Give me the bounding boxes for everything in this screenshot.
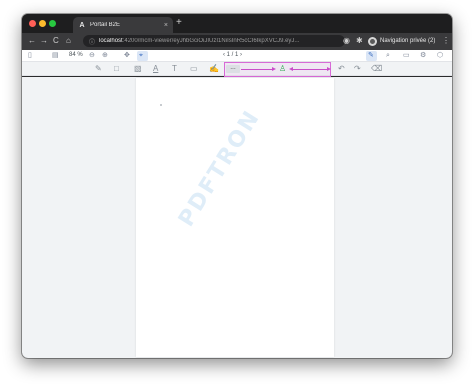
forward-icon[interactable]: → <box>40 36 48 46</box>
annotate-icon[interactable]: ✎ <box>368 51 374 61</box>
profile-button[interactable]: Navigation privée (2) <box>368 35 435 47</box>
tab-portail-b2e[interactable]: A Portail B2E × <box>73 17 173 33</box>
settings-icon[interactable]: ⚙ <box>420 51 426 61</box>
selection-tool-icon[interactable]: ⌖ <box>139 51 143 61</box>
arrow-right-annotation <box>241 67 276 71</box>
zoom-in-icon[interactable]: ⊕ <box>102 51 108 61</box>
comment-tool-icon[interactable]: ▭ <box>190 64 198 74</box>
text-underline-tool-icon[interactable]: A <box>153 64 158 74</box>
free-text-tool-icon[interactable]: T <box>172 64 177 74</box>
url-path: :4200/mcm-viewer/eyJhbGciOiJIUzI1NiIsInR… <box>122 38 300 44</box>
maximize-window-button[interactable] <box>49 20 56 27</box>
zoom-input[interactable]: 84 % <box>69 52 83 58</box>
site-info-icon[interactable]: ⓘ <box>89 37 95 46</box>
favicon-icon: A <box>79 21 85 29</box>
toggle-panel-icon[interactable]: ▯ <box>28 51 32 61</box>
reload-icon[interactable]: C <box>53 36 59 46</box>
profile-label: Navigation privée (2) <box>380 38 436 44</box>
rectangle-tool-icon[interactable]: □ <box>114 64 119 74</box>
document-page[interactable]: PDFTRON <box>136 78 334 357</box>
document-container[interactable]: PDFTRON <box>22 77 452 358</box>
page-navigation[interactable]: ‹ 1 / 1 › <box>223 52 242 58</box>
signature-tool-icon[interactable]: ✍ <box>209 64 219 74</box>
viewer-header: ▯ ▤ 84 % ⊖ ⊕ ✥ ⌖ ‹ 1 / 1 › ✎ ⌕ ▭ ⚙ ⬡ <box>22 50 452 62</box>
eraser-icon[interactable]: ⌫ <box>371 64 382 74</box>
minimize-window-button[interactable] <box>39 20 46 27</box>
stamp-tool-icon[interactable]: ♙ <box>279 63 286 74</box>
menu-overflow-icon[interactable]: ⬡ <box>437 51 443 61</box>
back-icon[interactable]: ← <box>28 36 36 46</box>
view-controls-icon[interactable]: ▤ <box>52 51 59 61</box>
extension-icon[interactable]: ◉ <box>343 36 350 46</box>
menu-icon[interactable]: ⋮ <box>442 36 450 46</box>
url-host: localhost <box>99 38 123 44</box>
selected-tool-button[interactable]: --- <box>226 65 240 73</box>
url-input[interactable]: ⓘ localhost:4200/mcm-viewer/eyJhbGciOiJI… <box>83 35 345 47</box>
tools-header: ✎ □ ▧ A T ▭ ✍ --- ♙ ↶ ↷ ⌫ <box>22 62 452 77</box>
browser-window: A Portail B2E × + ← → C ⌂ ⓘ localhost:42… <box>22 14 452 358</box>
pan-tool-icon[interactable]: ✥ <box>124 51 130 61</box>
arrow-double-annotation <box>289 67 331 71</box>
url-text: localhost:4200/mcm-viewer/eyJhbGciOiJIUz… <box>99 38 299 44</box>
freehand-tool-icon[interactable]: ✎ <box>95 64 102 74</box>
undo-icon[interactable]: ↶ <box>338 64 345 74</box>
zoom-out-icon[interactable]: ⊖ <box>89 51 95 61</box>
close-tab-icon[interactable]: × <box>164 22 168 29</box>
address-bar-row: ← → C ⌂ ⓘ localhost:4200/mcm-viewer/eyJh… <box>22 33 452 50</box>
tab-strip: A Portail B2E × + <box>22 14 452 33</box>
incognito-icon <box>368 36 377 46</box>
notes-panel-icon[interactable]: ▭ <box>403 51 410 61</box>
home-icon[interactable]: ⌂ <box>66 36 71 46</box>
crop-tool-icon[interactable]: ▧ <box>134 64 142 74</box>
page-mark <box>160 104 162 106</box>
close-window-button[interactable] <box>29 20 36 27</box>
search-icon[interactable]: ⌕ <box>386 51 390 61</box>
tab-title: Portail B2E <box>90 22 121 28</box>
puzzle-icon[interactable]: ✱ <box>356 36 363 46</box>
watermark-text: PDFTRON <box>174 105 266 232</box>
new-tab-button[interactable]: + <box>176 17 182 29</box>
redo-icon[interactable]: ↷ <box>354 64 361 74</box>
